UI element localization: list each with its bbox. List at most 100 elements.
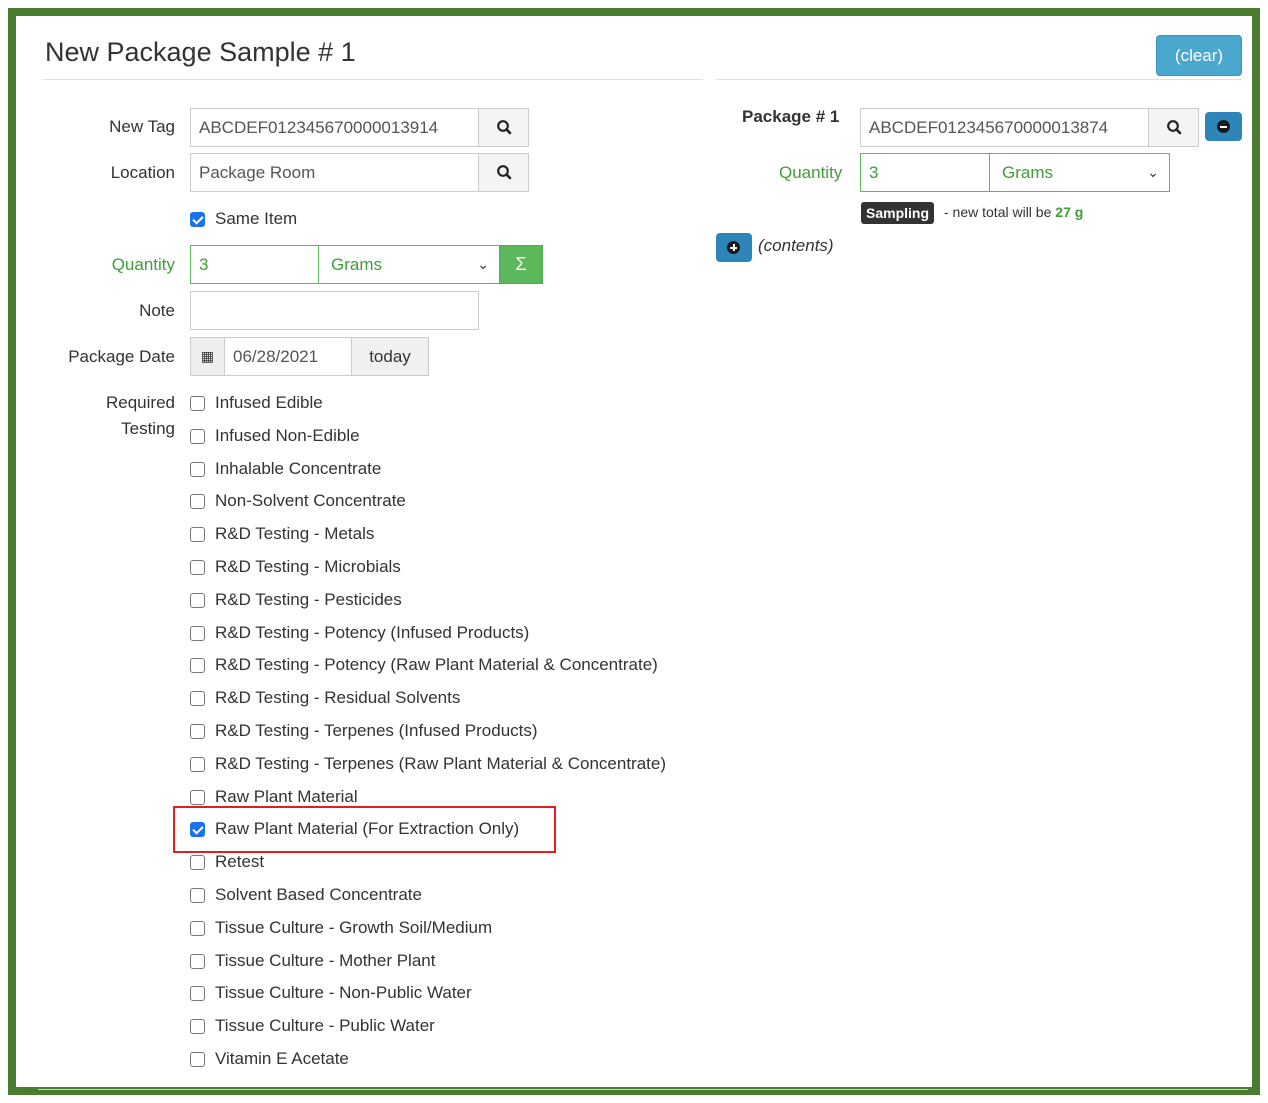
quantity-input[interactable]: 3 — [190, 245, 319, 284]
same-item-checkbox[interactable] — [190, 211, 205, 227]
add-contents-button[interactable] — [716, 233, 752, 262]
package-date-label: Package Date — [68, 347, 175, 366]
required-testing-checkbox[interactable] — [190, 789, 205, 805]
required-testing-item[interactable]: R&D Testing - Metals — [190, 522, 374, 546]
today-button[interactable]: today — [351, 337, 429, 376]
new-total-text: - new total will be 27 g — [944, 204, 1083, 220]
required-testing-checkbox[interactable] — [190, 723, 205, 739]
required-testing-item-label: Solvent Based Concentrate — [215, 885, 422, 904]
required-testing-item-label: Tissue Culture - Mother Plant — [215, 951, 436, 970]
required-testing-checkbox[interactable] — [190, 985, 205, 1001]
right-divider — [716, 79, 1242, 80]
note-input[interactable] — [190, 291, 479, 330]
required-testing-item[interactable]: Tissue Culture - Growth Soil/Medium — [190, 916, 492, 940]
required-testing-item-label: R&D Testing - Potency (Raw Plant Materia… — [215, 655, 658, 674]
new-tag-label: New Tag — [109, 117, 175, 136]
required-testing-checkbox[interactable] — [190, 953, 205, 969]
new-total-value: 27 g — [1055, 204, 1084, 220]
modal-bottom-divider — [38, 1089, 1248, 1090]
required-testing-checkbox[interactable] — [190, 1018, 205, 1034]
clear-button[interactable]: (clear) — [1156, 35, 1242, 76]
new-tag-search-button[interactable] — [478, 108, 529, 147]
required-testing-item-label: R&D Testing - Microbials — [215, 557, 401, 576]
required-testing-checkbox[interactable] — [190, 756, 205, 772]
chevron-down-icon: ⌄ — [1147, 164, 1159, 180]
package-search-button[interactable] — [1148, 108, 1199, 147]
required-testing-item-label: R&D Testing - Terpenes (Raw Plant Materi… — [215, 754, 667, 773]
location-search-button[interactable] — [478, 153, 529, 192]
quantity-label: Quantity — [111, 255, 175, 274]
required-testing-item-label: Retest — [215, 852, 265, 871]
required-testing-item[interactable]: Solvent Based Concentrate — [190, 883, 422, 907]
package-unit-select-value: Grams — [1002, 163, 1053, 182]
required-testing-checkbox[interactable] — [190, 625, 205, 641]
required-testing-checkbox[interactable] — [190, 493, 205, 509]
package-label: Package # 1 — [742, 107, 840, 126]
required-testing-item-label: Tissue Culture - Growth Soil/Medium — [215, 918, 493, 937]
required-testing-item-label: R&D Testing - Potency (Infused Products) — [215, 623, 530, 642]
required-testing-item[interactable]: R&D Testing - Microbials — [190, 555, 401, 579]
required-testing-item[interactable]: Tissue Culture - Public Water — [190, 1014, 435, 1038]
required-testing-checkbox[interactable] — [190, 428, 205, 444]
required-testing-checkbox[interactable] — [190, 854, 205, 870]
unit-select[interactable]: Grams ⌄ — [318, 245, 500, 284]
location-input[interactable]: Package Room — [190, 153, 479, 192]
modal-title: New Package Sample # 1 — [45, 37, 356, 67]
required-testing-item[interactable]: Tissue Culture - Mother Plant — [190, 949, 435, 973]
sum-button[interactable]: Σ — [499, 245, 543, 284]
required-testing-checkbox[interactable] — [190, 1051, 205, 1067]
package-quantity-input[interactable]: 3 — [860, 153, 990, 192]
required-testing-label-line1: Required — [106, 393, 175, 412]
same-item-label: Same Item — [215, 209, 298, 228]
required-testing-checkbox[interactable] — [190, 395, 205, 411]
required-testing-item[interactable]: Infused Edible — [190, 391, 323, 415]
required-testing-item-label: Infused Non-Edible — [215, 426, 360, 445]
required-testing-checkbox[interactable] — [190, 657, 205, 673]
remove-package-button[interactable] — [1205, 112, 1242, 141]
unit-select-value: Grams — [331, 255, 382, 274]
new-tag-input[interactable]: ABCDEF012345670000013914 — [190, 108, 479, 147]
required-testing-item-label: R&D Testing - Pesticides — [215, 590, 402, 609]
required-testing-item[interactable]: R&D Testing - Potency (Raw Plant Materia… — [190, 653, 658, 677]
package-unit-select[interactable]: Grams ⌄ — [989, 153, 1170, 192]
required-testing-item[interactable]: Infused Non-Edible — [190, 424, 360, 448]
required-testing-checkbox[interactable] — [190, 887, 205, 903]
required-testing-item-label: Vitamin E Acetate — [215, 1049, 349, 1068]
required-testing-item-label: Tissue Culture - Public Water — [215, 1016, 435, 1035]
required-testing-checkbox[interactable] — [190, 559, 205, 575]
required-testing-item-label: Tissue Culture - Non-Public Water — [215, 983, 472, 1002]
required-testing-item[interactable]: R&D Testing - Pesticides — [190, 588, 402, 612]
package-date-input[interactable]: 06/28/2021 — [224, 337, 352, 376]
required-testing-checkbox[interactable] — [190, 690, 205, 706]
required-testing-checkbox[interactable] — [190, 526, 205, 542]
required-testing-item-label: Raw Plant Material — [215, 787, 358, 806]
required-testing-item[interactable]: Tissue Culture - Non-Public Water — [190, 981, 472, 1005]
required-testing-item-label: Non-Solvent Concentrate — [215, 491, 406, 510]
calendar-icon[interactable]: ▦ — [190, 337, 225, 376]
required-testing-item[interactable]: Inhalable Concentrate — [190, 457, 381, 481]
same-item-row[interactable]: Same Item — [190, 207, 297, 231]
required-testing-item[interactable]: Non-Solvent Concentrate — [190, 489, 406, 513]
left-divider — [43, 79, 703, 80]
package-input[interactable]: ABCDEF012345670000013874 — [860, 108, 1149, 147]
search-icon — [496, 165, 511, 180]
required-testing-item[interactable]: Retest — [190, 850, 264, 874]
required-testing-item-label: Infused Edible — [215, 393, 323, 412]
required-testing-item[interactable]: R&D Testing - Potency (Infused Products) — [190, 621, 529, 645]
contents-label: (contents) — [758, 236, 834, 255]
location-label: Location — [110, 163, 175, 182]
required-testing-item-label: R&D Testing - Residual Solvents — [215, 688, 461, 707]
required-testing-item[interactable]: R&D Testing - Terpenes (Infused Products… — [190, 719, 538, 743]
required-testing-label-line2: Testing — [121, 419, 175, 438]
search-icon — [496, 120, 511, 135]
required-testing-item-label: Inhalable Concentrate — [215, 459, 382, 478]
package-quantity-label: Quantity — [779, 163, 843, 182]
required-testing-item[interactable]: R&D Testing - Terpenes (Raw Plant Materi… — [190, 752, 666, 776]
plus-circle-icon — [727, 241, 740, 254]
required-testing-checkbox[interactable] — [190, 592, 205, 608]
required-testing-checkbox[interactable] — [190, 920, 205, 936]
required-testing-item[interactable]: Vitamin E Acetate — [190, 1047, 349, 1071]
required-testing-checkbox[interactable] — [190, 461, 205, 477]
chevron-down-icon: ⌄ — [477, 256, 489, 272]
required-testing-item[interactable]: R&D Testing - Residual Solvents — [190, 686, 460, 710]
